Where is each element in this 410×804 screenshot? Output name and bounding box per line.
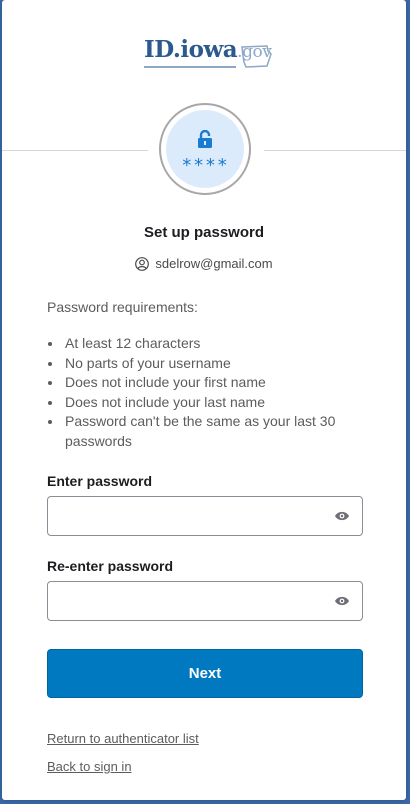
requirement-item: No parts of your username (63, 354, 383, 374)
user-email: sdelrow@gmail.com (155, 256, 273, 271)
masked-password-text: **** (181, 155, 229, 176)
password-label: Enter password (47, 473, 153, 489)
iowa-state-outline-icon (241, 45, 272, 68)
requirement-item: Password can't be the same as your last … (63, 412, 383, 451)
confirm-password-label: Re-enter password (47, 558, 174, 574)
logo-main-text: ID.iowa (144, 36, 238, 63)
user-icon (135, 256, 150, 271)
password-authenticator-badge: **** (159, 103, 251, 195)
show-confirm-password-icon[interactable] (334, 595, 350, 607)
show-password-icon[interactable] (334, 510, 350, 522)
unlock-icon (198, 130, 212, 148)
next-button[interactable]: Next (47, 649, 363, 698)
header-divider-right (264, 150, 406, 151)
logo-underline (144, 66, 236, 68)
page-title: Set up password (143, 224, 265, 241)
requirement-item: Does not include your last name (63, 393, 383, 413)
requirement-item: Does not include your first name (63, 373, 383, 393)
requirements-heading: Password requirements: (47, 299, 198, 315)
confirm-password-field (47, 581, 363, 621)
auth-card: ID.iowa.gov **** Set up password sdelrow… (2, 0, 406, 800)
password-input[interactable] (48, 497, 338, 535)
id-iowa-logo: ID.iowa.gov (144, 36, 274, 76)
return-to-authenticator-list-link[interactable]: Return to authenticator list (47, 731, 199, 746)
requirements-list: At least 12 characters No parts of your … (47, 334, 383, 451)
back-to-sign-in-link[interactable]: Back to sign in (47, 759, 132, 774)
user-identifier: sdelrow@gmail.com (2, 256, 406, 271)
requirement-item: At least 12 characters (63, 334, 383, 354)
header-divider-left (2, 150, 148, 151)
confirm-password-input[interactable] (48, 582, 338, 620)
password-field (47, 496, 363, 536)
